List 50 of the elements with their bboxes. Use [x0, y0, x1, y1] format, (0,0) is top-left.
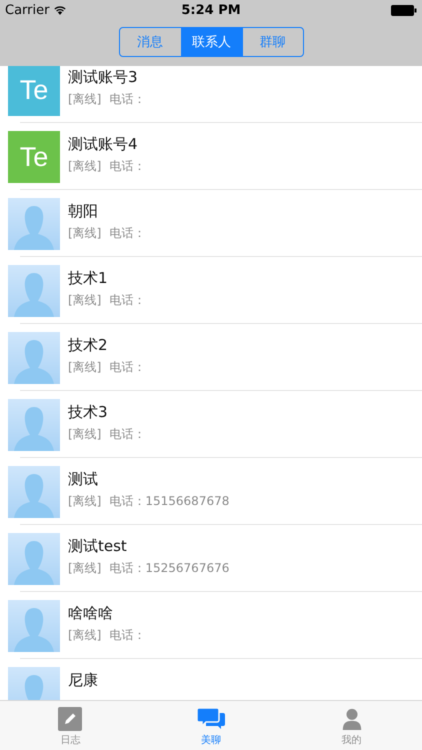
- status-label: [离线]: [68, 293, 102, 307]
- tab-bar-item[interactable]: 日志: [0, 701, 141, 750]
- segment-tab[interactable]: 群聊: [242, 28, 302, 56]
- phone-label: 电话：: [109, 226, 146, 240]
- clock-time: 5:24 PM: [180, 2, 242, 18]
- contact-name: 测试: [68, 469, 99, 489]
- avatar-silhouette-icon: [8, 466, 60, 518]
- phone-label: 电话：: [109, 92, 146, 106]
- phone-label: 电话：: [109, 628, 146, 642]
- phone-label: 电话：: [109, 159, 146, 173]
- avatar: Te: [8, 131, 60, 183]
- phone-label: 电话：15256767676: [109, 561, 230, 575]
- status-label: [离线]: [68, 159, 102, 173]
- phone-label: 电话：15156687678: [109, 494, 230, 508]
- contact-name: 啥啥啥: [68, 603, 114, 623]
- avatar-silhouette-icon: [8, 600, 60, 652]
- status-label: [离线]: [68, 494, 102, 508]
- contact-name: 技术3: [68, 402, 109, 422]
- battery-icon: [391, 4, 417, 16]
- avatar-silhouette-icon: [8, 399, 60, 451]
- contact-name: 技术2: [68, 335, 109, 355]
- status-label: [离线]: [68, 427, 102, 441]
- carrier-label: Carrier: [5, 2, 50, 18]
- person-icon: [340, 707, 363, 731]
- status-label: [离线]: [68, 92, 102, 106]
- status-label: [离线]: [68, 226, 102, 240]
- contact-name: 测试账号4: [68, 134, 139, 154]
- avatar: Te: [8, 66, 60, 116]
- status-label: [离线]: [68, 360, 102, 374]
- contact-name: 尼康: [68, 670, 98, 690]
- avatar-silhouette-icon: [8, 198, 60, 250]
- chat-bubbles-icon: [196, 707, 226, 731]
- phone-label: 电话：: [109, 293, 146, 307]
- avatar-silhouette-icon: [8, 265, 60, 317]
- contact-name: 测试test: [68, 536, 128, 556]
- phone-label: 电话：: [109, 427, 146, 441]
- phone-label: 电话：: [109, 360, 146, 374]
- segment-tab[interactable]: 消息: [120, 28, 180, 56]
- status-label: [离线]: [68, 561, 102, 575]
- tab-bar-item[interactable]: 美聊: [140, 701, 282, 750]
- pencil-icon: [58, 707, 82, 731]
- wifi-icon: [53, 4, 68, 16]
- avatar-silhouette-icon: [8, 533, 60, 585]
- contact-name: 测试账号3: [68, 67, 139, 87]
- contact-name: 技术1: [68, 268, 109, 288]
- contact-name: 朝阳: [68, 201, 99, 221]
- avatar-silhouette-icon: [8, 332, 60, 384]
- segment-tab[interactable]: 联系人: [180, 28, 242, 56]
- tab-bar-item[interactable]: 我的: [281, 701, 422, 750]
- status-label: [离线]: [68, 628, 102, 642]
